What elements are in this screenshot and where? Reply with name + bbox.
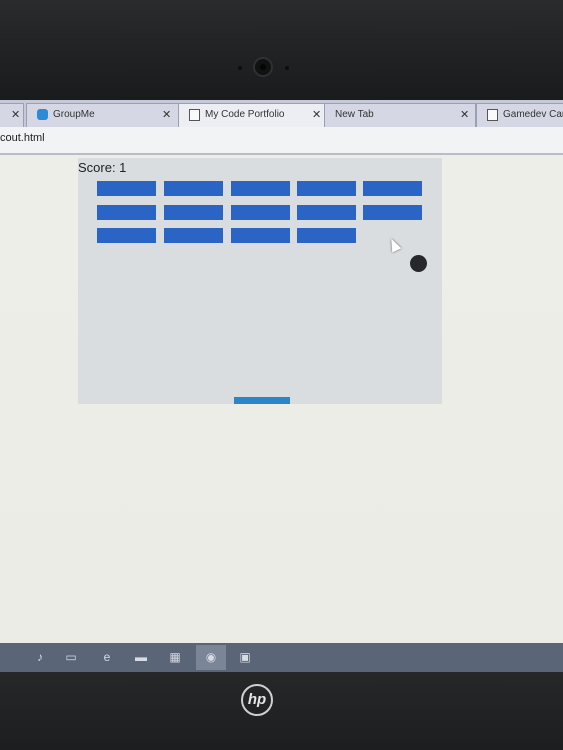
microphone-icon[interactable]: ♪ xyxy=(33,651,47,664)
camera-sensor-right xyxy=(285,66,289,70)
brick xyxy=(231,205,290,220)
brick xyxy=(231,228,290,243)
groupme-icon xyxy=(37,109,48,120)
paddle[interactable] xyxy=(234,397,290,404)
address-bar[interactable]: cout.html xyxy=(0,127,563,155)
score-label: Score: 1 xyxy=(78,160,127,175)
tab-partial[interactable]: ✕ xyxy=(0,103,24,127)
close-tab-icon[interactable]: ✕ xyxy=(11,104,20,126)
url-text[interactable]: cout.html xyxy=(0,132,45,144)
task-view-icon[interactable]: ▭ xyxy=(64,651,78,664)
close-tab-icon[interactable]: ✕ xyxy=(460,104,469,126)
brick xyxy=(363,205,422,220)
tab-title: My Code Portfolio xyxy=(205,109,285,120)
tab-gamedev[interactable]: Gamedev Can xyxy=(476,103,563,127)
brick xyxy=(297,205,356,220)
tab-title: GroupMe xyxy=(53,109,95,120)
store-icon[interactable]: ▦ xyxy=(168,651,182,664)
laptop-top-bezel xyxy=(0,0,563,100)
tab-groupme[interactable]: GroupMe ✕ xyxy=(26,103,180,127)
web-page: Score: 1 xyxy=(0,155,563,643)
tab-new-tab[interactable]: New Tab ✕ xyxy=(324,103,476,127)
document-icon xyxy=(189,109,200,121)
close-tab-icon[interactable]: ✕ xyxy=(162,104,171,126)
webcam xyxy=(253,57,273,77)
tab-my-code-portfolio[interactable]: My Code Portfolio ✕ xyxy=(178,103,326,127)
chrome-icon[interactable]: ◉ xyxy=(196,645,226,670)
brick xyxy=(97,181,156,196)
app-icon[interactable]: ▣ xyxy=(238,651,252,664)
brick xyxy=(231,181,290,196)
mouse-cursor-icon xyxy=(386,236,402,253)
file-explorer-icon[interactable]: ▬ xyxy=(134,651,148,664)
camera-sensor-left xyxy=(238,66,242,70)
tab-title: New Tab xyxy=(335,109,374,120)
tab-title: Gamedev Can xyxy=(503,109,563,120)
document-icon xyxy=(487,109,498,121)
ball xyxy=(410,255,427,272)
brick xyxy=(97,228,156,243)
game-canvas[interactable]: Score: 1 xyxy=(78,158,442,404)
brick xyxy=(363,181,422,196)
brick xyxy=(164,228,223,243)
taskbar: ♪ ▭ e ▬ ▦ ◉ ▣ xyxy=(0,643,563,672)
screen: ✕ GroupMe ✕ My Code Portfolio ✕ New Tab … xyxy=(0,100,563,672)
brick xyxy=(164,205,223,220)
tab-strip: ✕ GroupMe ✕ My Code Portfolio ✕ New Tab … xyxy=(0,100,563,127)
brick xyxy=(97,205,156,220)
brick xyxy=(297,181,356,196)
edge-icon[interactable]: e xyxy=(100,651,114,664)
brick xyxy=(164,181,223,196)
close-tab-icon[interactable]: ✕ xyxy=(312,104,321,126)
brick xyxy=(297,228,356,243)
hp-logo: hp xyxy=(241,684,273,716)
laptop-bottom-bezel: hp xyxy=(0,672,563,750)
